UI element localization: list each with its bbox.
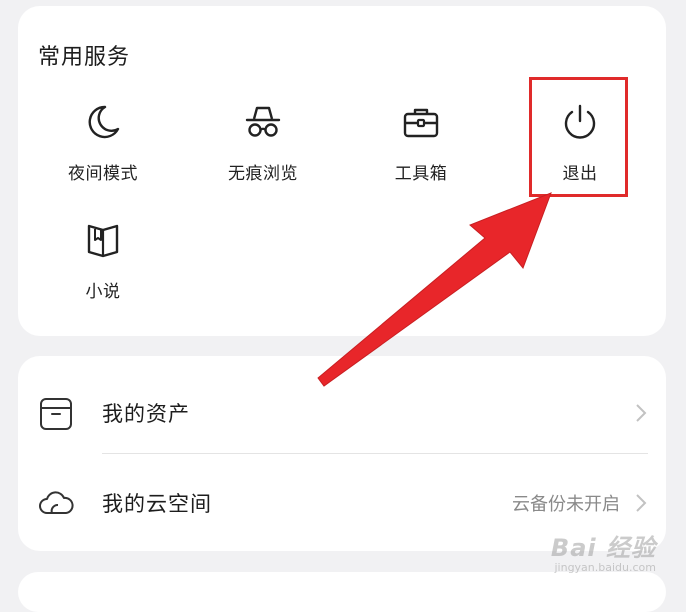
my-cloud-space-row[interactable]: 我的云空间 云备份未开启	[18, 452, 666, 548]
common-services-card: 常用服务 夜间模式 无痕浏览 工具箱 退出 小说	[18, 6, 666, 336]
toolbox-icon	[403, 108, 439, 138]
exit-label: 退出	[562, 164, 598, 184]
moon-icon	[88, 105, 120, 139]
section-title: 常用服务	[38, 45, 131, 70]
cloud-backup-status: 云备份未开启	[512, 494, 620, 515]
box-icon	[40, 398, 72, 430]
toolbox-button[interactable]: 工具箱	[346, 102, 496, 184]
incognito-icon	[245, 106, 281, 137]
exit-button[interactable]: 退出	[505, 102, 655, 184]
power-icon	[564, 104, 596, 139]
night-mode-label: 夜间模式	[68, 164, 138, 184]
my-cloud-space-label: 我的云空间	[102, 492, 212, 516]
incognito-browsing-label: 无痕浏览	[228, 164, 298, 184]
toolbox-label: 工具箱	[394, 164, 448, 184]
my-assets-label: 我的资产	[102, 402, 190, 426]
next-section-card	[18, 572, 666, 612]
novel-button[interactable]: 小说	[28, 220, 178, 302]
cloud-icon	[39, 491, 74, 514]
my-assets-row[interactable]: 我的资产	[18, 362, 666, 458]
book-icon	[87, 224, 119, 258]
night-mode-button[interactable]: 夜间模式	[28, 102, 178, 184]
chevron-right-icon	[636, 494, 647, 512]
account-card: 我的资产 我的云空间 云备份未开启	[18, 356, 666, 551]
chevron-right-icon	[636, 404, 647, 422]
novel-label: 小说	[85, 282, 121, 302]
incognito-browsing-button[interactable]: 无痕浏览	[188, 102, 338, 184]
